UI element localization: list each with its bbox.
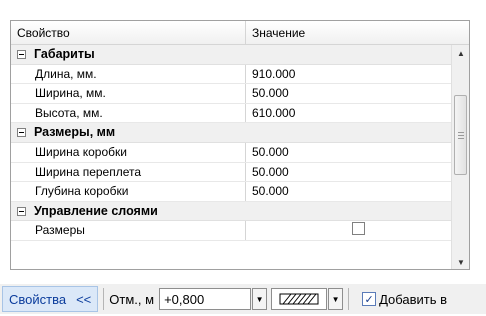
category-label: Управление слоями — [34, 203, 158, 218]
elevation-combobox[interactable]: +0,800 — [159, 288, 252, 310]
property-value[interactable]: 50.000 — [246, 143, 452, 162]
grid-header: Свойство Значение — [11, 21, 469, 45]
hatch-pattern-icon[interactable] — [271, 288, 328, 310]
property-row[interactable]: Ширина, мм. 50.000 — [11, 84, 452, 104]
add-label: Добавить в — [379, 291, 448, 307]
property-name: Ширина переплета — [11, 162, 246, 182]
header-value[interactable]: Значение — [246, 21, 469, 45]
collapse-icon[interactable] — [14, 45, 28, 64]
property-value[interactable]: 50.000 — [246, 163, 452, 182]
property-value[interactable]: 50.000 — [246, 84, 452, 103]
property-name: Ширина, мм. — [11, 84, 246, 103]
property-name: Длина, мм. — [11, 64, 246, 84]
toolbar-separator — [103, 288, 105, 310]
category-row[interactable]: Габариты — [11, 45, 452, 65]
property-row[interactable]: Глубина коробки 50.000 — [11, 182, 452, 202]
scroll-thumb[interactable] — [454, 95, 467, 175]
property-name: Ширина коробки — [11, 142, 246, 162]
properties-toggle-button[interactable]: Свойства << — [2, 286, 99, 312]
property-row[interactable]: Высота, мм. 610.000 — [11, 103, 452, 124]
property-row[interactable]: Ширина коробки 50.000 — [11, 142, 452, 163]
category-row[interactable]: Размеры, мм — [11, 123, 452, 143]
toolbar-separator — [348, 288, 350, 310]
header-property[interactable]: Свойство — [11, 21, 246, 45]
property-checkbox[interactable] — [352, 222, 365, 236]
grid-body: Габариты Длина, мм. 910.000 Ширина, мм. … — [11, 45, 452, 269]
add-checkbox[interactable]: ✓ — [362, 292, 377, 306]
collapse-icon[interactable] — [14, 202, 28, 221]
property-name: Высота, мм. — [11, 103, 246, 123]
category-label: Размеры, мм — [34, 125, 116, 140]
scroll-up-arrow-icon[interactable]: ▲ — [452, 45, 469, 62]
bottom-toolbar: Свойства << Отм., м +0,800 ▼ ▼ ✓ Добавит… — [0, 284, 486, 314]
property-name: Глубина коробки — [11, 182, 246, 201]
elevation-label: Отм., м — [109, 291, 155, 307]
property-grid: Свойство Значение Габариты Длина, мм. 91… — [10, 20, 470, 270]
property-value[interactable]: 50.000 — [246, 182, 452, 201]
collapse-chevron-icon: << — [76, 291, 92, 307]
category-label: Габариты — [34, 47, 95, 61]
property-row[interactable]: Ширина переплета 50.000 — [11, 162, 452, 183]
scroll-down-arrow-icon[interactable]: ▼ — [452, 254, 469, 269]
property-row[interactable]: Длина, мм. 910.000 — [11, 64, 452, 85]
property-row[interactable]: Размеры — [11, 221, 452, 241]
property-name: Размеры — [11, 221, 246, 240]
checkmark-icon: ✓ — [364, 293, 374, 306]
property-value[interactable] — [246, 221, 452, 240]
property-value[interactable]: 910.000 — [246, 65, 452, 84]
category-row[interactable]: Управление слоями — [11, 201, 452, 222]
vertical-scrollbar[interactable]: ▲ ▼ — [451, 45, 469, 269]
property-value[interactable]: 610.000 — [246, 104, 452, 123]
collapse-icon[interactable] — [14, 123, 28, 142]
hatch-dropdown-icon[interactable]: ▼ — [328, 288, 344, 310]
elevation-dropdown-icon[interactable]: ▼ — [252, 288, 268, 310]
properties-label: Свойства — [9, 291, 67, 307]
